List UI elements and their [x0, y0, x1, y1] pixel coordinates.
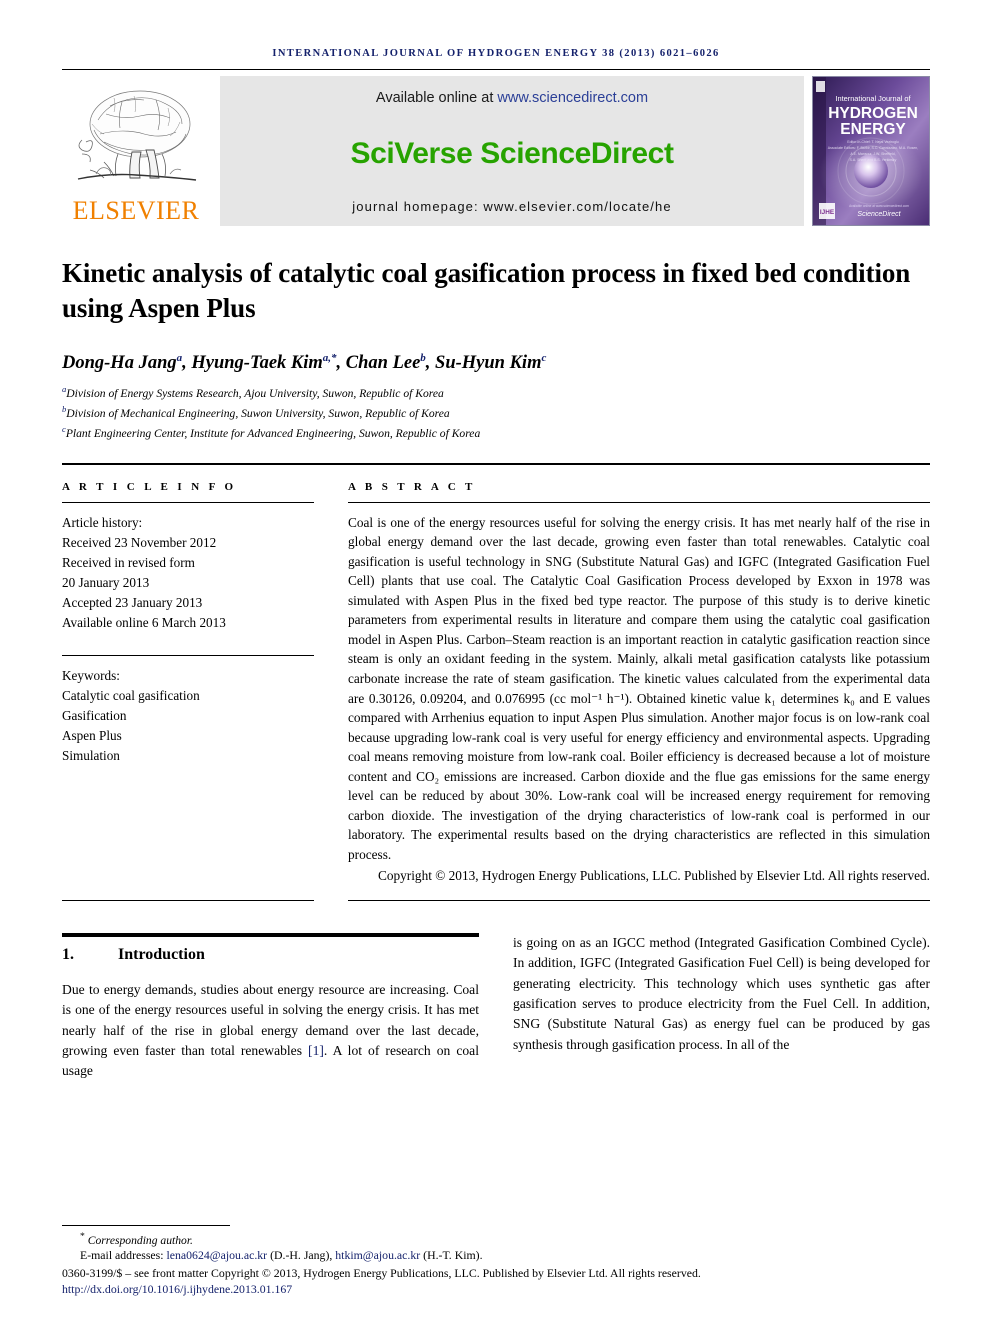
abstract-top-divider — [62, 462, 930, 465]
body-column-right: is going on as an IGCC method (Integrate… — [513, 933, 930, 1096]
email-label: E-mail addresses: — [80, 1248, 164, 1262]
header-divider — [62, 69, 930, 70]
footnote-rule — [62, 1225, 230, 1227]
body-columns: 1. Introduction Due to energy demands, s… — [62, 932, 930, 1096]
email-owner-2: (H.-T. Kim). — [423, 1248, 483, 1262]
keyword-2: Aspen Plus — [62, 728, 122, 744]
email-owner-1: (D.-H. Jang), — [270, 1248, 333, 1262]
author-3: Su-Hyun Kimc — [435, 352, 547, 374]
available-online-line: Available online at www.sciencedirect.co… — [376, 90, 648, 106]
keyword-0: Catalytic coal gasification — [62, 688, 200, 704]
sciverse-sciencedirect-wordmark: SciVerse ScienceDirect — [350, 136, 674, 170]
email-addresses: E-mail addresses: lena0624@ajou.ac.kr (D… — [62, 1248, 930, 1263]
abstract-bottom-dividers — [62, 899, 930, 901]
issn-copyright-line: 0360-3199/$ – see front matter Copyright… — [62, 1266, 701, 1280]
history-item-4: Available online 6 March 2013 — [62, 615, 226, 631]
keywords-label: Keywords: — [62, 668, 120, 684]
section-heading-rule — [62, 932, 479, 937]
affiliation-list: aDivision of Energy Systems Research, Aj… — [62, 383, 930, 442]
author-2: Chan Leeb — [345, 352, 426, 374]
affiliation-b: bDivision of Mechanical Engineering, Suw… — [62, 404, 450, 420]
author-0: Dong-Ha Janga — [62, 352, 183, 374]
cover-line2: HYDROGEN — [828, 105, 918, 122]
column-gap — [314, 481, 348, 886]
svg-text:ScienceDirect: ScienceDirect — [857, 211, 901, 218]
email-link-2[interactable]: htkim@ajou.ac.kr — [335, 1248, 420, 1262]
author-list: Dong-Ha Janga, Hyung-Taek Kima,*, Chan L… — [62, 352, 547, 374]
cover-line3: ENERGY — [840, 121, 906, 138]
cover-line1: International Journal of — [835, 94, 911, 103]
keyword-3: Simulation — [62, 748, 120, 764]
keywords-rule — [62, 655, 314, 657]
affiliation-c: cPlant Engineering Center, Institute for… — [62, 423, 481, 440]
history-item-0: Received 23 November 2012 — [62, 534, 217, 550]
article-info-column: A R T I C L E I N F O Article history: R… — [62, 481, 314, 886]
history-label: Article history: — [62, 514, 143, 530]
citation-1[interactable]: [1] — [308, 1043, 324, 1058]
article-info-rule — [62, 501, 314, 503]
elsevier-logo: ELSEVIER — [62, 76, 210, 226]
paper-page: International Journal of Hydrogen Energy… — [0, 0, 992, 1323]
article-info-heading: A R T I C L E I N F O — [62, 480, 237, 493]
abstract-text: Coal is one of the energy resources usef… — [348, 514, 930, 862]
sciencedirect-band: Available online at www.sciencedirect.co… — [220, 76, 804, 226]
page-title: Kinetic analysis of catalytic coal gasif… — [62, 258, 911, 323]
cover-artwork: International Journal of HYDROGEN ENERGY… — [813, 77, 929, 225]
sciencedirect-link[interactable]: www.sciencedirect.com — [497, 90, 648, 106]
doi-link[interactable]: http://dx.doi.org/10.1016/j.ijhydene.201… — [62, 1282, 930, 1297]
author-1: Hyung-Taek Kima,* — [191, 352, 337, 374]
page-footnote: * Corresponding author. E-mail addresses… — [62, 1225, 930, 1297]
history-item-2: 20 January 2013 — [62, 574, 150, 590]
keywords-block: Keywords: Catalytic coal gasification Ga… — [62, 666, 314, 766]
abstract-copyright: Copyright © 2013, Hydrogen Energy Public… — [377, 868, 930, 884]
section-label: Introduction — [118, 945, 205, 963]
masthead: ELSEVIER Available online at www.science… — [62, 76, 930, 226]
svg-text:Associate Editors: F. Barbir,: Associate Editors: F. Barbir, S.C. Canni… — [828, 146, 918, 150]
abstract-bottom-rule-right — [348, 899, 930, 901]
section-title-introduction: 1. Introduction — [62, 946, 479, 964]
abstract-rule — [348, 501, 930, 503]
affiliation-a: aDivision of Energy Systems Research, Aj… — [62, 384, 444, 401]
section-number: 1. — [62, 945, 74, 963]
journal-homepage-link[interactable]: journal homepage: www.elsevier.com/locat… — [352, 199, 671, 214]
intro-paragraph-right: is going on as an IGCC method (Integrate… — [513, 934, 930, 1052]
elsevier-wordmark: ELSEVIER — [72, 196, 200, 225]
cover-sciencedirect-logo: ScienceDirect Available online at www.sc… — [849, 204, 909, 218]
abstract-column: A B S T R A C T Coal is one of the energ… — [348, 481, 930, 886]
abstract-bottom-rule-left — [62, 899, 314, 901]
history-item-3: Accepted 23 January 2013 — [62, 594, 203, 610]
svg-text:IJHE: IJHE — [820, 209, 835, 216]
svg-text:S.A. Sherif and B.S. Yerkinsky: S.A. Sherif and B.S. Yerkinsky — [850, 158, 897, 162]
elsevier-tree-icon — [77, 90, 197, 181]
svg-text:A.E. Mansour, J.W. Sheffield,: A.E. Mansour, J.W. Sheffield, — [850, 152, 895, 156]
article-history: Article history: Received 23 November 20… — [62, 513, 314, 633]
corresponding-author-note: * Corresponding author. — [80, 1231, 193, 1247]
keyword-1: Gasification — [62, 708, 127, 724]
svg-text:Available online at www.scienc: Available online at www.sciencedirect.co… — [849, 204, 909, 208]
journal-cover-image: International Journal of HYDROGEN ENERGY… — [812, 76, 930, 226]
history-item-1: Received in revised form — [62, 554, 195, 570]
available-online-label: Available online at — [375, 90, 498, 106]
article-info-abstract-grid: A R T I C L E I N F O Article history: R… — [62, 481, 930, 886]
abstract-heading: A B S T R A C T — [348, 480, 476, 493]
svg-text:Editor-in-Chief: T. Nejat Vezi: Editor-in-Chief: T. Nejat Veziroglu — [847, 140, 899, 144]
running-head: International Journal of Hydrogen Energy… — [272, 48, 720, 59]
body-column-left: 1. Introduction Due to energy demands, s… — [62, 932, 479, 1096]
email-link-1[interactable]: lena0624@ajou.ac.kr — [167, 1248, 268, 1262]
intro-paragraph-left: Due to energy demands, studies about ene… — [62, 981, 479, 1079]
